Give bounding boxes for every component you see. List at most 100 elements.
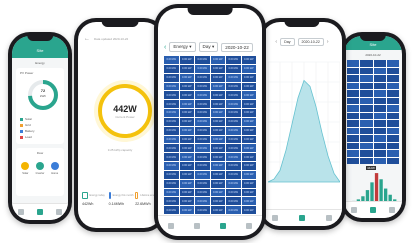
table-cell: 0.00 kW [195,170,210,179]
table-cell: 0.00 kW [195,64,210,73]
table-cell: 0.00 kW [164,144,179,153]
table-cell: 0.00 kW [210,82,225,91]
pv-power-card: PV Power 72 kWh Solar Grid Battery Load [16,68,64,144]
flow-node-home[interactable]: Home [47,162,62,175]
table-cell: 0.00 kW [241,73,256,82]
stat-energy-month[interactable]: Energy this month 0.14MWh [108,192,134,206]
settings-nav-icon[interactable] [246,223,252,229]
table-cell [386,82,399,89]
bottom-nav [12,203,68,220]
table-cell [360,75,373,82]
next-date-icon[interactable]: › [327,39,329,45]
table-cell: 0.00 kW [226,135,241,144]
table-cell: 0.00 kW [226,197,241,206]
table-cell: 0.00 kW [195,100,210,108]
table-cell: 0.00 kW [210,179,225,188]
table-cell [373,82,386,89]
stats-nav-icon[interactable] [369,207,376,213]
top-row: ← Data updated 2020-10-22 [84,36,156,42]
table-cell: 0.00 kW [226,179,241,188]
stats-nav-icon[interactable] [220,223,226,229]
view-dropdown-value: Energy [173,44,188,49]
phone-site-overview: Site Energy PV Power 72 kWh Solar Grid B… [8,32,72,224]
date-picker[interactable]: 2020-10-22 [297,38,324,46]
prev-date-icon[interactable]: ‹ [275,39,277,45]
stats-nav-icon[interactable] [298,215,305,221]
legend-swatch [20,123,23,127]
period-dropdown-value: Day [202,44,211,49]
table-cell [386,150,399,157]
site-overview-screen: Site Energy PV Power 72 kWh Solar Grid B… [12,36,68,220]
power-area-chart [268,61,340,183]
table-cell [386,157,399,164]
stat-energy-today[interactable]: Energy today 442Wh [82,192,105,206]
date-field[interactable]: 2020-10-22 [344,53,402,57]
table-cell: 0.00 kW [241,197,256,206]
table-cell: 0.00 kW [210,109,225,117]
last-updated-text: Data updated 2020-10-22 [94,37,129,41]
stats-nav-icon[interactable] [36,209,43,215]
home-nav-icon[interactable] [168,223,174,229]
table-cell: 0.00 kW [226,82,241,91]
table-cell: 0.00 kW [241,144,256,153]
table-cell: 0.00 kW [164,64,179,73]
table-cell: 0.00 kW [226,188,241,197]
alerts-nav-icon[interactable] [194,223,200,229]
table-cell [347,90,360,97]
period-dropdown[interactable]: Day ▾ [198,42,219,52]
table-cell: 0.00 kW [241,153,256,161]
chevron-left-icon[interactable]: ‹ [164,44,166,51]
table-cell: 0.00 kW [195,56,210,64]
home-nav-icon[interactable] [272,215,279,221]
legend-label: Battery [25,129,35,133]
table-cell: 0.00 kW [179,179,194,188]
table-cell: 0.00 kW [179,197,194,206]
phone-notch [101,20,139,27]
table-cell [360,120,373,127]
table-cell: 0.00 kW [226,109,241,117]
flow-node-solar[interactable]: Solar [18,162,33,175]
back-arrow-icon[interactable]: ← [84,36,90,42]
table-cell [373,157,386,164]
table-cell: 0.00 kW [210,64,225,73]
settings-nav-icon[interactable] [55,209,62,215]
table-cell: 0.00 kW [179,144,194,153]
home-nav-icon[interactable] [18,209,25,215]
table-cell [386,142,399,149]
stat-label: Energy today [89,194,105,197]
table-cell: 0.00 kW [226,126,241,135]
date-picker[interactable]: 2020-10-22 [221,42,253,52]
table-cell: 0.00 kW [179,91,194,100]
table-cell: 0.00 kW [164,100,179,108]
table-cell [347,127,360,134]
table-cell: 0.00 kW [164,188,179,197]
table-cell [386,135,399,142]
table-cell: 0.00 kW [210,188,225,197]
home-nav-icon[interactable] [350,207,357,213]
table-cell: 0.00 kW [195,144,210,153]
table-cell: 0.00 kW [179,73,194,82]
table-cell: 0.00 kW [210,206,225,214]
home-icon [50,162,59,170]
view-dropdown[interactable]: Energy ▾ [169,42,196,52]
table-cell [373,150,386,157]
period-dropdown[interactable]: Day [280,38,295,46]
table-cell [360,97,373,104]
table-cell [386,127,399,134]
flow-node-inverter[interactable]: Inverter [33,162,48,175]
table-cell [386,90,399,97]
table-cell: 0.00 kW [195,117,210,126]
table-cell: 0.00 kW [179,100,194,108]
table-cell [386,105,399,112]
sun-icon [21,162,30,170]
table-cell: 0.00 kW [179,64,194,73]
table-cell: 0.00 kW [179,135,194,144]
phone-energy-table: ‹ Energy ▾ Day ▾ 2020-10-22 0.00 kW 0.00 … [154,4,266,240]
phone-power-curve: ‹ Day 2020-10-22 › [258,18,346,230]
phone-notch [187,6,233,15]
settings-nav-icon[interactable] [325,215,332,221]
settings-nav-icon[interactable] [389,207,396,213]
table-cell [373,90,386,97]
data-table-grid [347,60,399,164]
table-cell [360,112,373,119]
